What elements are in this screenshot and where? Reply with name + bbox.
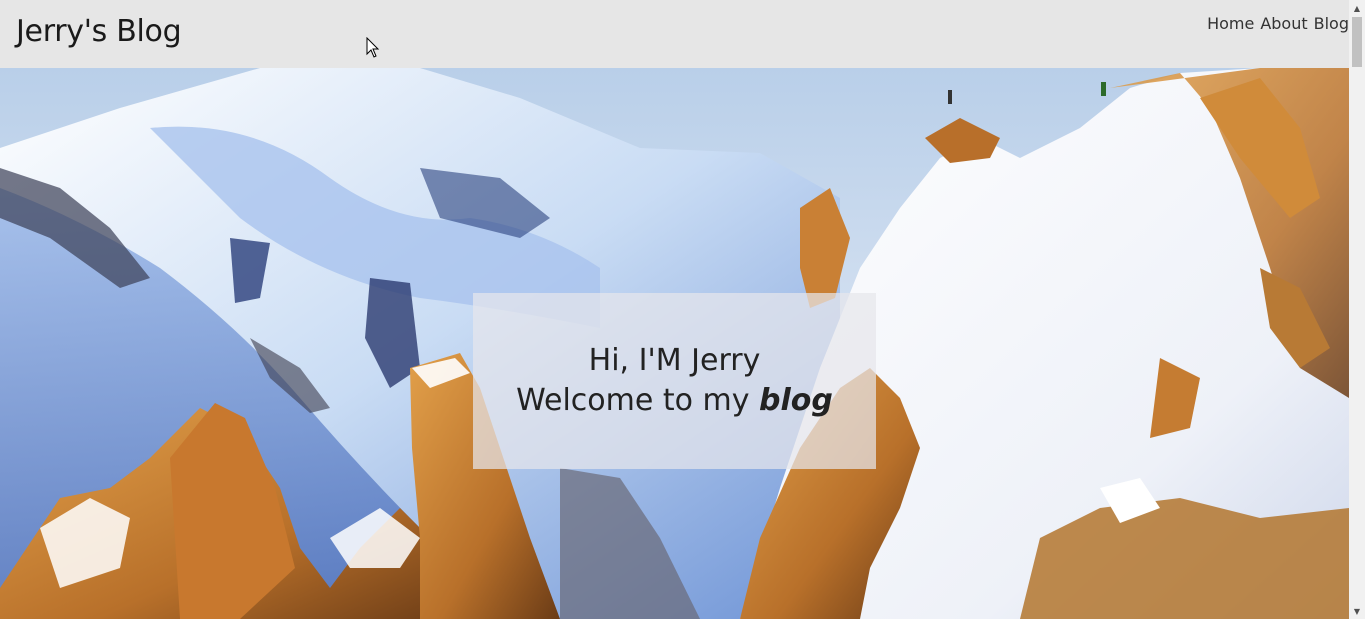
site-header: Jerry's Blog Home About Blog [0, 0, 1349, 68]
welcome-text: Welcome to my blog [516, 381, 833, 421]
hero-section: Hi, I'M Jerry Welcome to my blog [0, 68, 1349, 619]
site-title[interactable]: Jerry's Blog [16, 14, 182, 49]
nav-about-link[interactable]: About [1260, 14, 1307, 33]
welcome-prefix: Welcome to my [516, 383, 760, 418]
mouse-pointer-icon [366, 37, 380, 58]
arrow-up-icon[interactable]: ▲ [1349, 2, 1365, 16]
welcome-box: Hi, I'M Jerry Welcome to my blog [473, 293, 876, 469]
main-nav: Home About Blog [1207, 14, 1349, 33]
nav-home-link[interactable]: Home [1207, 14, 1254, 33]
welcome-emphasis: blog [759, 383, 833, 418]
nav-blog-link[interactable]: Blog [1314, 14, 1349, 33]
scrollbar-thumb[interactable] [1352, 17, 1362, 67]
arrow-down-icon[interactable]: ▼ [1349, 605, 1365, 619]
greeting-text: Hi, I'M Jerry [588, 343, 761, 378]
vertical-scrollbar[interactable]: ▲ ▼ [1349, 0, 1365, 619]
page: Jerry's Blog Home About Blog Hi, I'M Jer… [0, 0, 1365, 619]
